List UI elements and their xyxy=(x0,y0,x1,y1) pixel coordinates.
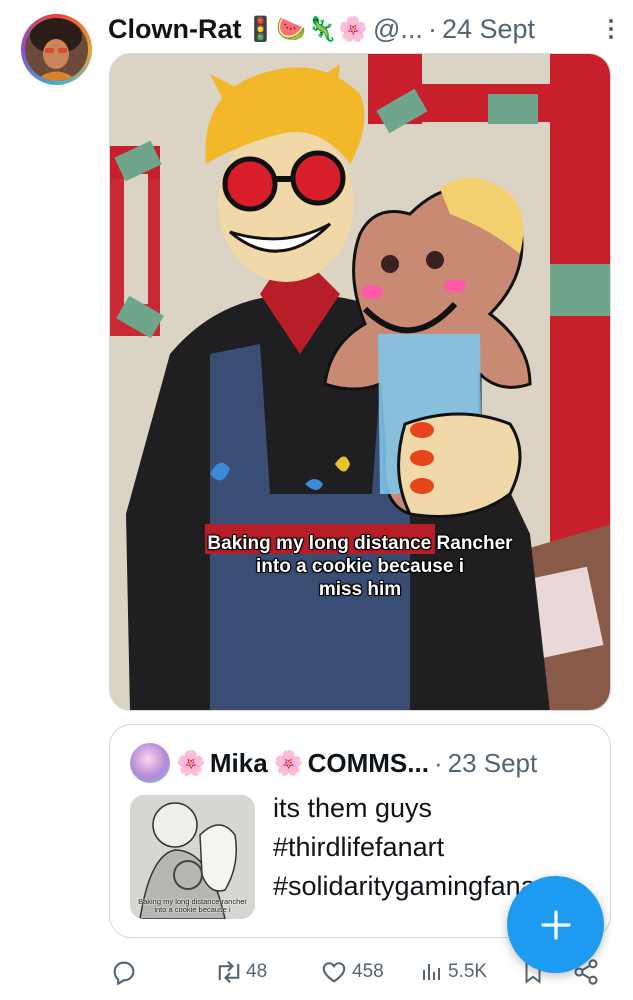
views-icon xyxy=(423,964,440,980)
quoted-name-emoji: 🌸 xyxy=(273,749,304,777)
repost-button[interactable]: 48 xyxy=(214,952,267,992)
author-display-name[interactable]: Clown-Rat xyxy=(108,14,241,45)
like-count: 458 xyxy=(352,961,384,982)
post-image[interactable]: Baking my long distance Rancher into a c… xyxy=(109,53,611,711)
heart-icon xyxy=(322,962,346,983)
reply-icon xyxy=(113,961,135,986)
reply-button[interactable] xyxy=(110,952,138,992)
thumbnail-caption: Baking my long distance rancher into a c… xyxy=(130,898,255,914)
header-separator: · xyxy=(427,13,437,44)
quoted-text-line: #thirdlifefanart xyxy=(273,832,445,862)
quoted-author-name: Mika xyxy=(209,747,268,778)
caption-line: miss him xyxy=(318,579,402,600)
quoted-author-avatar xyxy=(130,743,170,783)
thumbnail-caption-line: into a cookie because i xyxy=(154,905,231,914)
quoted-name-emoji: 🌸 xyxy=(176,749,206,777)
avatar-image xyxy=(25,18,88,81)
more-options-icon[interactable] xyxy=(599,19,623,39)
repost-icon xyxy=(218,960,240,984)
post-timestamp[interactable]: 24 Sept xyxy=(442,14,535,45)
image-caption: Baking my long distance Rancher into a c… xyxy=(110,532,610,601)
quoted-header-separator: · xyxy=(433,747,443,778)
caption-line: Baking my long distance Rancher xyxy=(207,533,513,554)
artwork-illustration xyxy=(110,54,610,710)
quoted-post-header: 🌸 Mika 🌸 COMMS... · 23 Sept xyxy=(130,741,600,785)
quoted-text-line: its them guys xyxy=(273,793,433,823)
compose-button[interactable] xyxy=(507,876,604,973)
repost-count: 48 xyxy=(246,961,268,982)
quoted-post-thumbnail: Baking my long distance rancher into a c… xyxy=(130,795,255,919)
post-header: Clown-Rat 🚦🍉🦎🌸 @... · 24 Sept xyxy=(108,8,623,50)
quoted-post-timestamp: 23 Sept xyxy=(447,747,538,778)
author-avatar[interactable] xyxy=(21,14,92,85)
caption-line: into a cookie because i xyxy=(255,556,465,577)
views-count: 5.5K xyxy=(448,961,488,982)
views-button[interactable]: 5.5K xyxy=(420,952,487,992)
like-button[interactable]: 458 xyxy=(320,952,384,992)
plus-icon xyxy=(540,909,571,940)
quoted-author-name-suffix: COMMS... xyxy=(307,747,429,778)
author-handle[interactable]: @... xyxy=(373,14,423,45)
name-emojis: 🚦🍉🦎🌸 xyxy=(245,15,370,43)
